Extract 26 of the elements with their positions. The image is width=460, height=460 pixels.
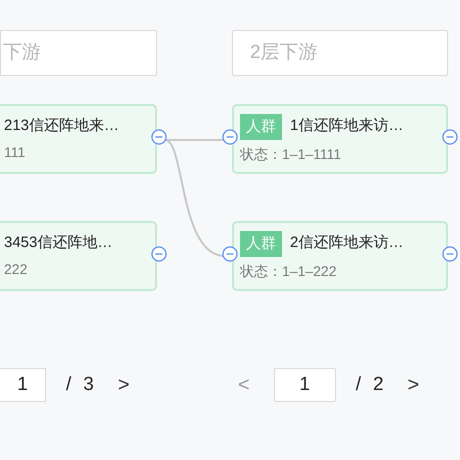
node-card[interactable]: 人群 1信还阵地来访… 状态：1–1–1111 (232, 104, 448, 174)
collapse-icon[interactable] (222, 246, 238, 262)
page-total: 3 (83, 372, 94, 397)
collapse-icon[interactable] (442, 246, 458, 262)
collapse-icon[interactable] (151, 129, 167, 145)
node-card[interactable]: 213信还阵地来… 111 (0, 104, 157, 174)
collapse-icon[interactable] (151, 246, 167, 262)
node-status: 222 (4, 260, 28, 279)
page-separator: / (356, 372, 361, 397)
node-status: 111 (4, 142, 26, 162)
node-card[interactable]: 人群 2信还阵地来访… 状态：1–1–222 (232, 221, 448, 291)
tag: 人群 (240, 230, 282, 256)
page-separator: / (66, 372, 72, 397)
node-status: 状态：1–1–1111 (240, 144, 342, 164)
page-total: 2 (372, 372, 384, 397)
node-title: 213信还阵地来… (4, 116, 120, 136)
node-title: 1信还阵地来访… (290, 116, 404, 136)
collapse-icon[interactable] (442, 129, 458, 145)
node-title: 2信还阵地来访… (290, 233, 404, 254)
collapse-icon[interactable] (222, 129, 238, 145)
node-card[interactable]: 3453信还阵地… 222 (0, 221, 157, 291)
tag: 人群 (240, 114, 282, 140)
page-input[interactable]: 1 (0, 368, 46, 402)
node-title: 3453信还阵地… (4, 233, 112, 254)
node-status: 状态：1–1–222 (240, 262, 338, 280)
page-input[interactable]: 1 (274, 368, 336, 402)
